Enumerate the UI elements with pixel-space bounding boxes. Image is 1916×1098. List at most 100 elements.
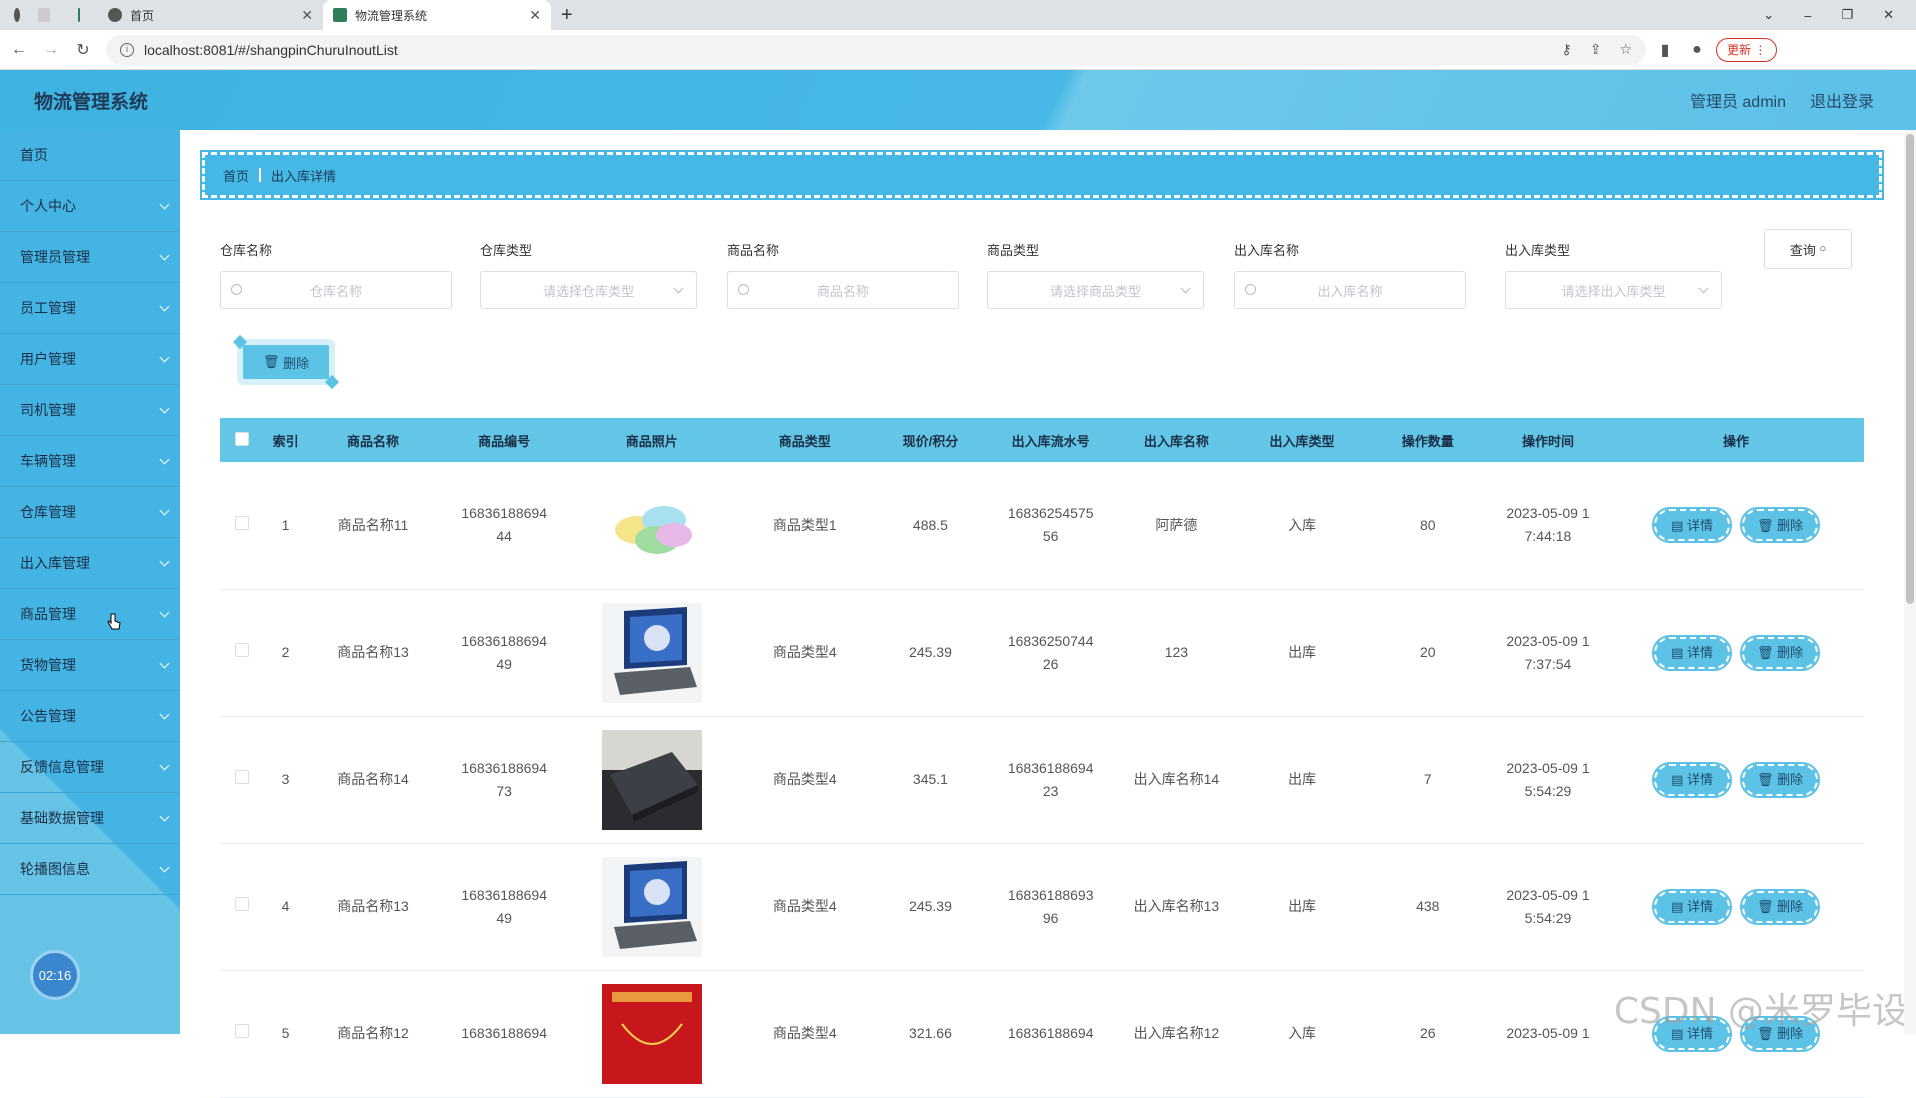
inout-name-input[interactable]: 出入库名称 <box>1234 271 1466 309</box>
inout-type-select[interactable]: 请选择出入库类型 <box>1505 271 1722 309</box>
breadcrumb-home[interactable]: 首页 <box>223 166 249 185</box>
sidebar-item-warehouses[interactable]: 仓库管理 <box>0 487 180 538</box>
profile-icon[interactable]: ● <box>1684 37 1710 63</box>
sidebar-item-drivers[interactable]: 司机管理 <box>0 385 180 436</box>
back-icon[interactable]: ← <box>6 37 32 63</box>
close-tab-icon[interactable]: ✕ <box>301 7 313 24</box>
new-tab-button[interactable]: + <box>551 0 591 30</box>
sidebar-item-notices[interactable]: 公告管理 <box>0 691 180 742</box>
time-line: 2023-05-09 1 <box>1506 759 1590 776</box>
info-icon[interactable]: i <box>120 42 134 57</box>
pinned-tab-3[interactable] <box>68 0 98 30</box>
sidepanel-icon[interactable]: ▮ <box>1652 37 1678 63</box>
cell-inout-name: 出入库名称14 <box>1116 716 1237 844</box>
row-checkbox[interactable] <box>234 770 249 784</box>
col-index: 索引 <box>272 433 299 449</box>
sidebar-item-carousel[interactable]: 轮播图信息 <box>0 844 180 895</box>
select-placeholder: 请选择出入库类型 <box>1561 283 1666 299</box>
reload-icon[interactable]: ↻ <box>70 37 96 63</box>
document-icon: ▤ <box>1671 772 1684 787</box>
detail-button[interactable]: ▤ 详情 <box>1652 761 1733 798</box>
batch-delete-button[interactable]: 🗑 删除 <box>243 345 329 379</box>
sidebar-item-admins[interactable]: 管理员管理 <box>0 232 180 283</box>
address-bar[interactable]: i localhost:8081/#/shangpinChuruInoutLis… <box>106 34 1646 65</box>
sidebar-item-goods[interactable]: 货物管理 <box>0 640 180 691</box>
filter-warehouse-name: 仓库名称 仓库名称 <box>220 240 452 309</box>
row-checkbox[interactable] <box>234 897 249 911</box>
delete-button[interactable]: 🗑 删除 <box>1740 888 1821 925</box>
pinned-tab-1[interactable] <box>0 0 28 30</box>
sidebar-item-inout[interactable]: 出入库管理 <box>0 538 180 589</box>
cell-product-photo <box>569 462 734 590</box>
cell-inout-name: 出入库名称13 <box>1116 843 1237 971</box>
key-icon[interactable]: ⚷ <box>1561 41 1571 58</box>
document-icon: ▤ <box>1671 899 1684 914</box>
col-quantity: 操作数量 <box>1401 433 1454 449</box>
cell-product-name: 商品名称13 <box>307 843 439 971</box>
sidebar-item-staff[interactable]: 员工管理 <box>0 283 180 334</box>
delete-button[interactable]: 🗑 删除 <box>1740 507 1821 544</box>
detail-button[interactable]: ▤ 详情 <box>1652 888 1733 925</box>
tab-logistics[interactable]: 物流管理系统 ✕ <box>323 0 551 30</box>
row-checkbox[interactable] <box>234 515 249 530</box>
sidebar-item-vehicles[interactable]: 车辆管理 <box>0 436 180 487</box>
minimize-icon[interactable]: – <box>1804 8 1811 23</box>
product-type-select[interactable]: 请选择商品类型 <box>987 271 1204 309</box>
cell-price: 488.5 <box>875 462 986 590</box>
row-checkbox[interactable] <box>234 643 249 657</box>
tab-home[interactable]: 首页 ✕ <box>98 0 323 30</box>
sidebar-item-users[interactable]: 用户管理 <box>0 334 180 385</box>
detail-button[interactable]: ▤ 详情 <box>1652 507 1733 544</box>
logout-link[interactable]: 退出登录 <box>1810 88 1874 112</box>
pinned-tab-2[interactable] <box>28 0 68 30</box>
share-icon[interactable]: ⇪ <box>1590 41 1602 58</box>
sidebar-item-basic-data[interactable]: 基础数据管理 <box>0 793 180 844</box>
sidebar-item-products[interactable]: 商品管理 <box>0 589 180 640</box>
delete-label: 删除 <box>1777 899 1804 914</box>
globe-icon <box>14 8 20 22</box>
watermark: CSDN @米罗毕设 <box>1613 991 1908 1032</box>
chevron-down-icon <box>159 301 170 312</box>
forward-icon[interactable]: → <box>38 37 64 63</box>
chevron-down-icon <box>159 862 170 873</box>
detail-button[interactable]: ▤ 详情 <box>1652 634 1733 671</box>
cell-actions: ▤ 详情 🗑 删除 <box>1608 843 1864 971</box>
page-scrollbar[interactable] <box>1904 130 1916 1034</box>
trash-icon: 🗑 <box>1756 517 1774 533</box>
document-icon: ▤ <box>1671 645 1684 660</box>
col-inout-type: 出入库类型 <box>1269 433 1335 449</box>
cell-index: 4 <box>263 843 308 971</box>
warehouse-name-input[interactable]: 仓库名称 <box>220 271 452 309</box>
query-button[interactable]: 查询 ○ <box>1764 229 1852 269</box>
trash-icon: 🗑 <box>1756 645 1774 660</box>
warehouse-type-select[interactable]: 请选择仓库类型 <box>480 271 697 309</box>
row-checkbox[interactable] <box>234 1024 249 1038</box>
time-line: 7:37:54 <box>1524 655 1572 672</box>
close-tab-icon[interactable]: ✕ <box>529 7 541 24</box>
row-select-cell <box>220 716 264 844</box>
hand-cursor-icon <box>107 613 121 630</box>
delete-button[interactable]: 🗑 删除 <box>1740 634 1821 671</box>
product-name-input[interactable]: 商品名称 <box>727 271 959 309</box>
select-all-checkbox[interactable] <box>234 431 249 446</box>
tab-search-icon[interactable]: ⌄ <box>1763 7 1774 23</box>
restore-icon[interactable]: ❐ <box>1841 7 1853 23</box>
cell-time: 2023-05-09 1 7:44:18 <box>1487 462 1609 590</box>
sidebar-item-home[interactable]: 首页 <box>0 130 180 181</box>
code-line: 44 <box>496 528 512 545</box>
update-button[interactable]: 更新 ⋮ <box>1716 37 1778 62</box>
sidebar-item-profile[interactable]: 个人中心 <box>0 181 180 232</box>
cell-inout-name: 123 <box>1116 589 1237 717</box>
serial-line: 56 <box>1042 528 1059 545</box>
sidebar-item-label: 车辆管理 <box>20 453 76 469</box>
cell-product-type: 商品类型1 <box>733 462 876 590</box>
delete-button[interactable]: 🗑 删除 <box>1740 761 1821 798</box>
sidebar-item-feedback[interactable]: 反馈信息管理 <box>0 742 180 793</box>
sidebar-item-label: 货物管理 <box>20 657 76 673</box>
browser-toolbar: ← → ↻ i localhost:8081/#/shangpinChuruIn… <box>0 30 1916 70</box>
scrollbar-thumb[interactable] <box>1906 134 1914 604</box>
close-window-icon[interactable]: ✕ <box>1883 7 1894 23</box>
cell-actions: ▤ 详情 🗑 删除 <box>1608 462 1864 590</box>
star-icon[interactable]: ☆ <box>1619 41 1632 58</box>
time-line: 2023-05-09 1 <box>1506 886 1590 903</box>
